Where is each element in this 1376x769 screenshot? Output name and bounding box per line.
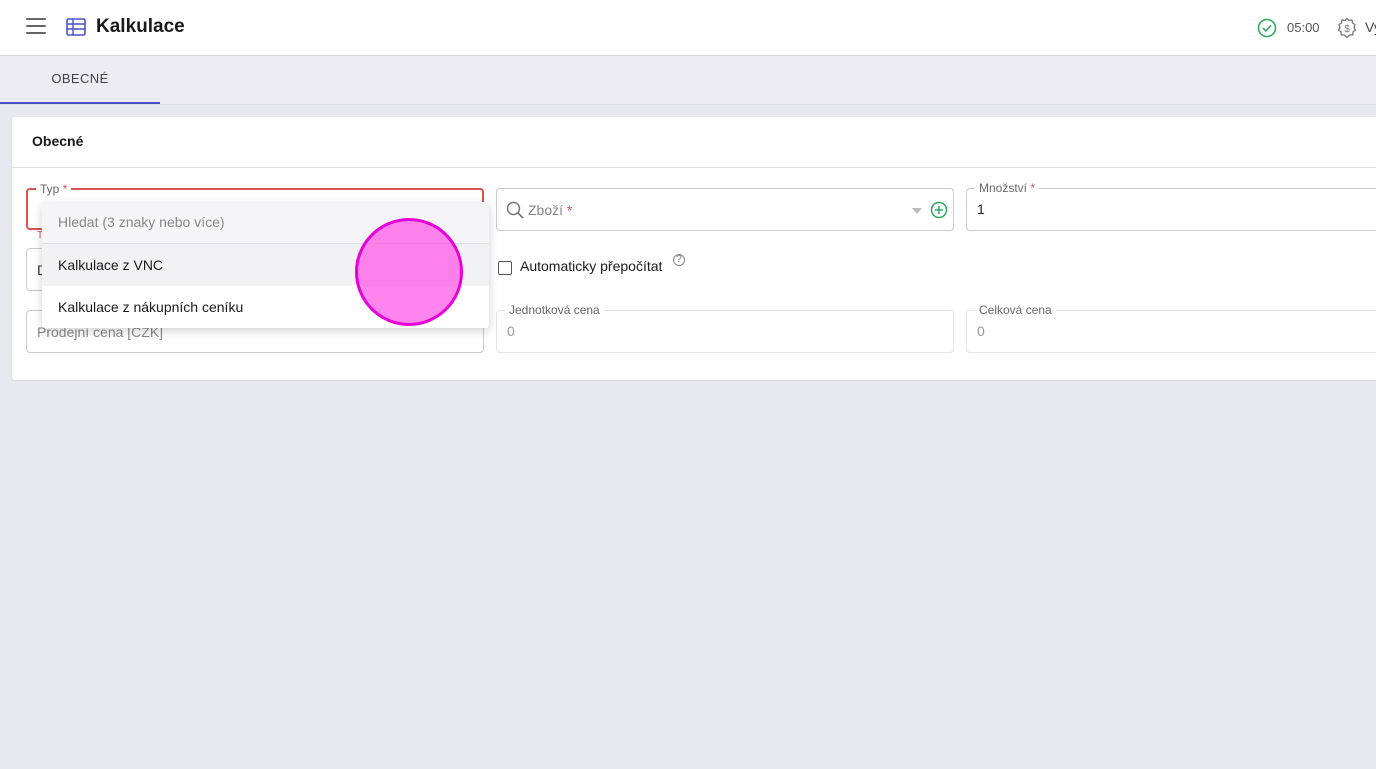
- plus-circle-icon[interactable]: [930, 201, 948, 219]
- typ-label: Typ *: [36, 182, 72, 196]
- auto-recalc-label: Automaticky přepočítat: [520, 258, 663, 274]
- check-circle-icon: [1257, 18, 1277, 38]
- section-title: Obecné: [32, 133, 84, 149]
- celkova-cena-field: Celková cena 0: [966, 303, 1376, 353]
- zbozi-select[interactable]: Zboží *: [496, 188, 954, 231]
- user-menu[interactable]: Vy: [1365, 19, 1376, 35]
- mnozstvi-label: Množství *: [975, 181, 1040, 195]
- cursor-highlight: [355, 218, 463, 326]
- auto-recalc-checkbox[interactable]: [498, 261, 512, 275]
- celkova-cena-label: Celková cena: [975, 303, 1056, 317]
- zbozi-placeholder: Zboží *: [528, 202, 573, 218]
- mnozstvi-value: 1: [977, 201, 985, 217]
- celkova-cena-value: 0: [977, 323, 985, 339]
- section-divider: [12, 167, 1376, 168]
- jednotkova-cena-value: 0: [507, 323, 515, 339]
- tab-bar: OBECNÉ: [0, 56, 1376, 105]
- table-icon: [66, 18, 86, 36]
- jednotkova-cena-field: Jednotková cena 0: [496, 303, 954, 353]
- help-icon[interactable]: ?: [673, 254, 685, 266]
- tab-obecne[interactable]: OBECNÉ: [0, 56, 160, 104]
- top-bar: Kalkulace 05:00 $ Vy: [0, 0, 1376, 56]
- menu-icon[interactable]: [26, 18, 46, 36]
- caret-down-icon[interactable]: [912, 208, 922, 214]
- search-icon: [506, 201, 524, 219]
- session-time: 05:00: [1287, 20, 1320, 35]
- jednotkova-cena-label: Jednotková cena: [505, 303, 604, 317]
- page-title: Kalkulace: [96, 16, 185, 37]
- mnozstvi-input[interactable]: Množství * 1: [966, 181, 1376, 231]
- svg-text:$: $: [1344, 24, 1350, 35]
- dollar-gear-icon[interactable]: $: [1336, 17, 1358, 39]
